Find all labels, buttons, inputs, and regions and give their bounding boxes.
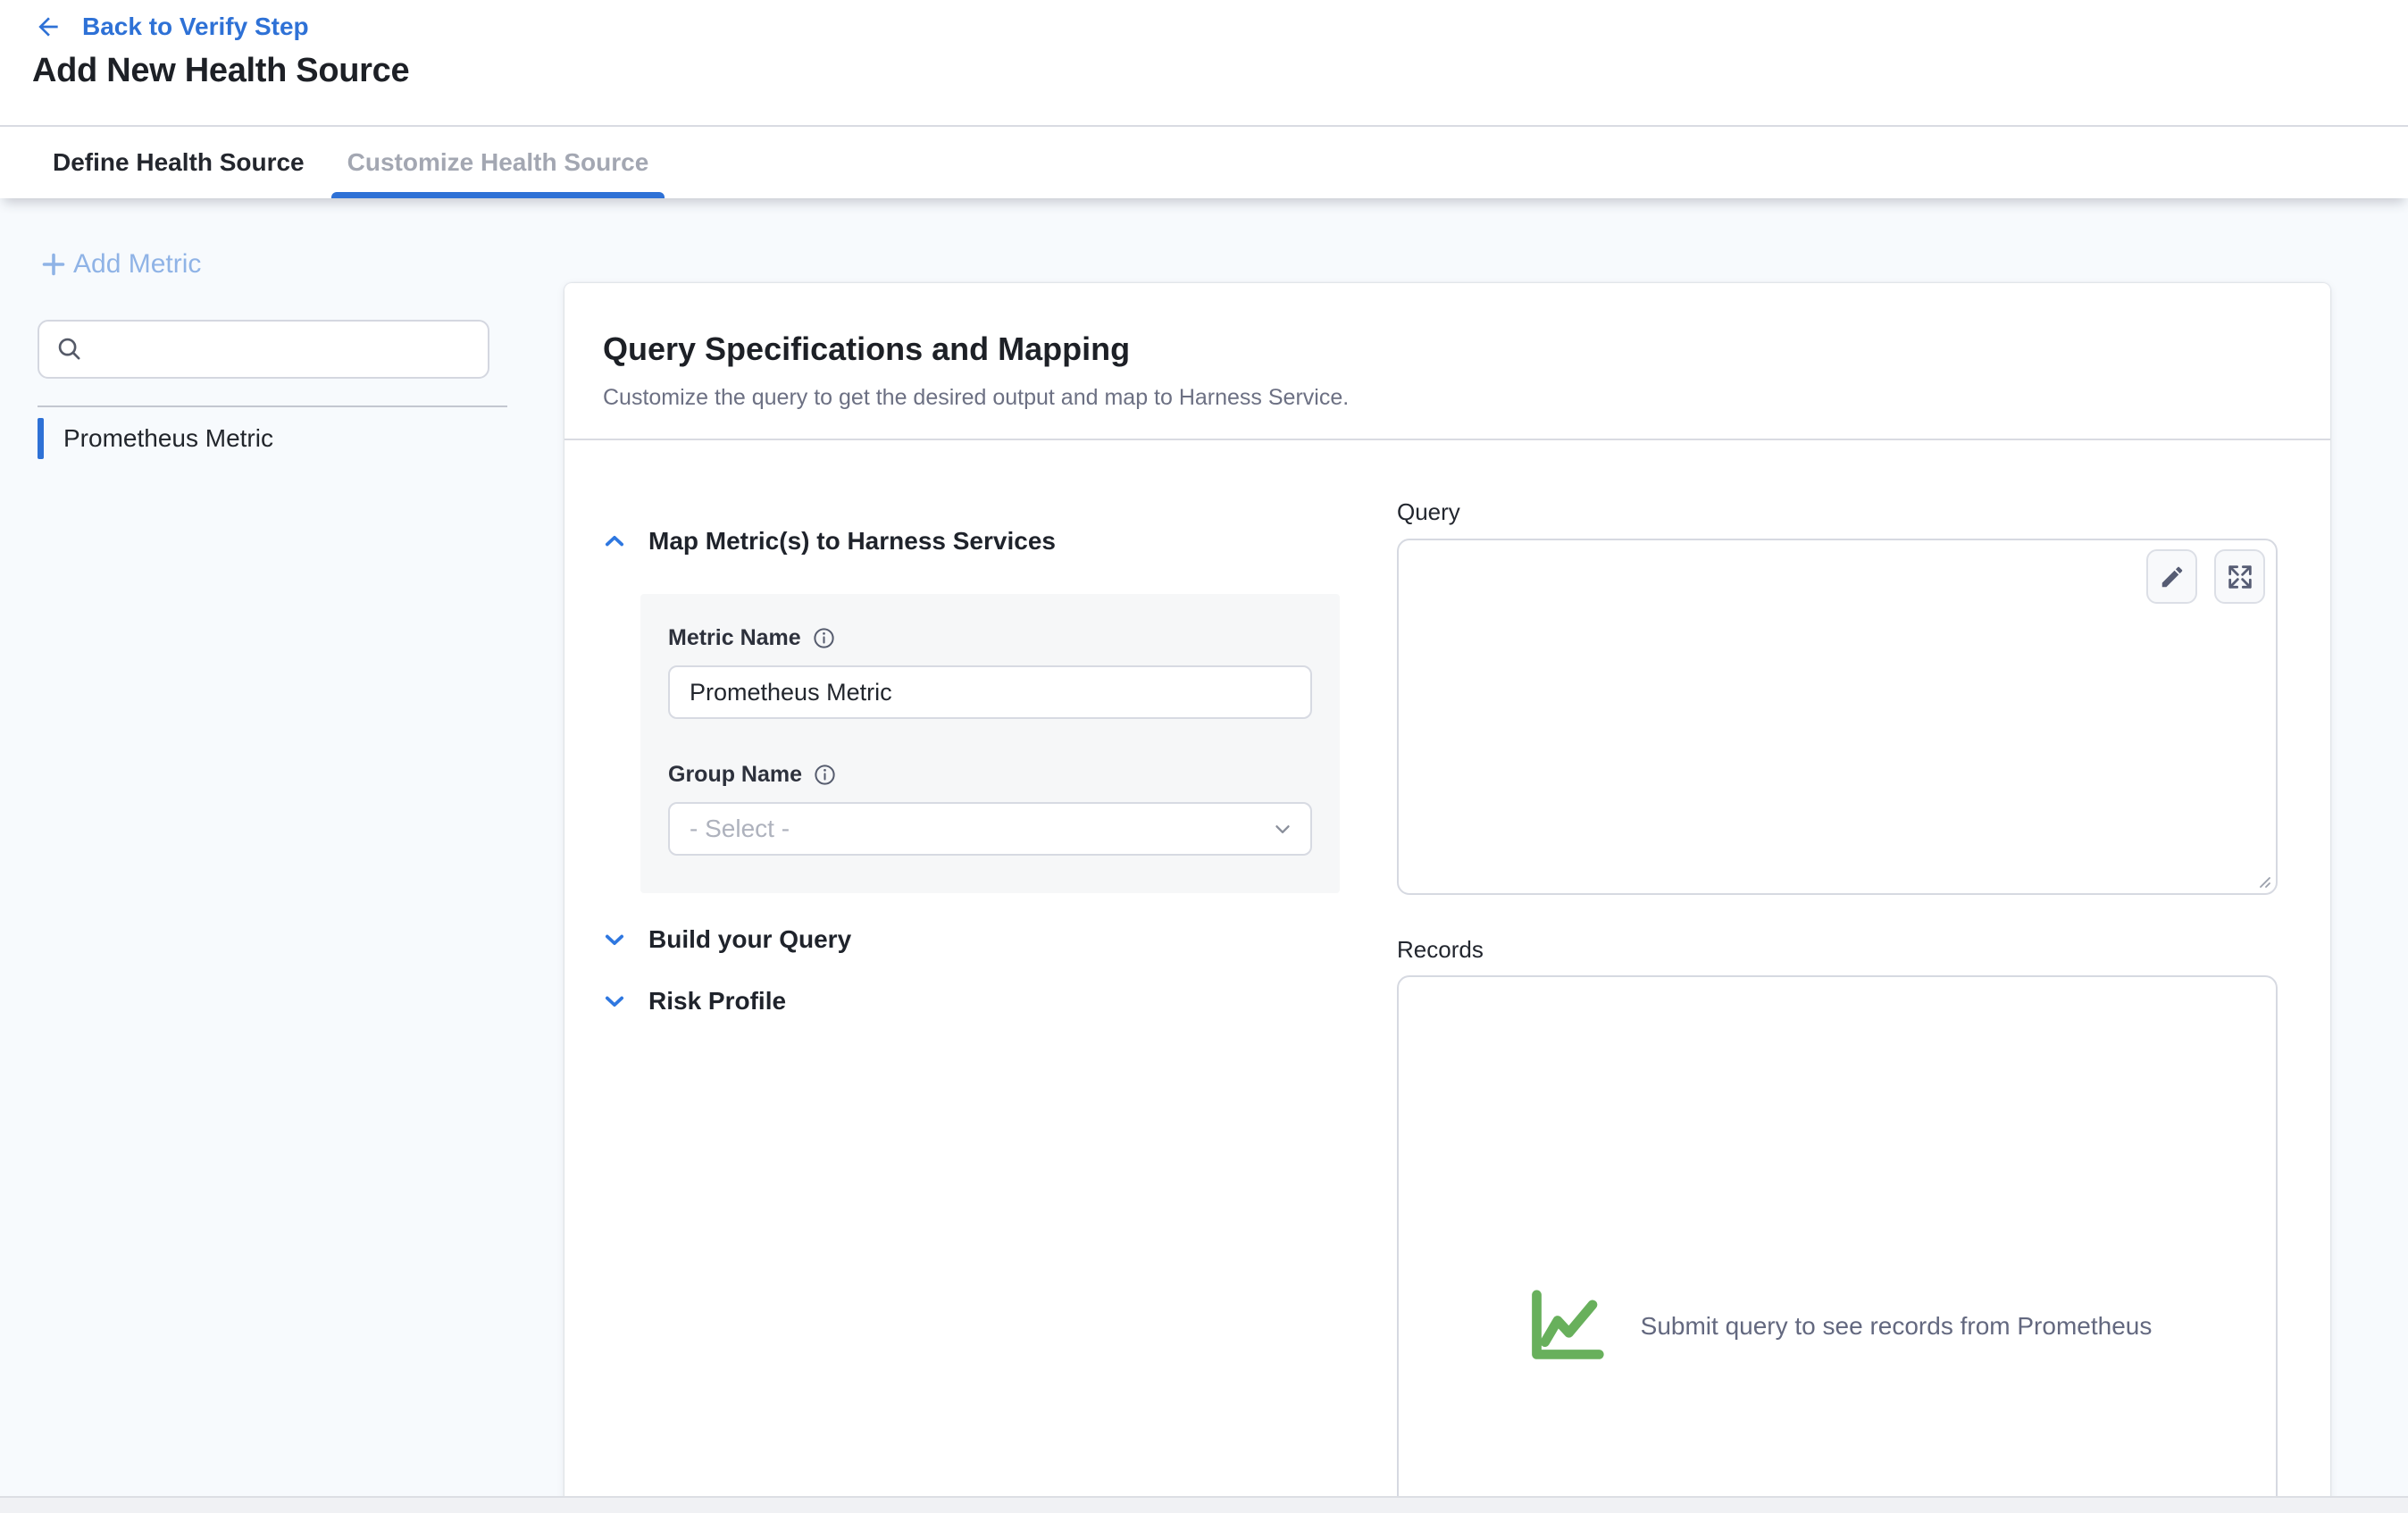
query-editor[interactable] xyxy=(1397,539,2278,895)
mapping-column: Map Metric(s) to Harness Services Metric… xyxy=(564,440,1397,1513)
card-subtitle: Customize the query to get the desired o… xyxy=(603,383,2292,412)
info-icon[interactable] xyxy=(812,626,836,650)
metric-item-label: Prometheus Metric xyxy=(63,424,273,453)
metric-search xyxy=(38,320,489,379)
query-records-column: Query xyxy=(1397,440,2330,1513)
card-title: Query Specifications and Mapping xyxy=(603,330,2292,369)
back-arrow-icon xyxy=(34,13,63,41)
section-build-query-toggle[interactable]: Build your Query xyxy=(602,924,1397,956)
group-name-select[interactable]: - Select - xyxy=(668,802,1312,856)
pencil-icon xyxy=(2159,564,2186,590)
horizontal-scrollbar[interactable] xyxy=(0,1496,2408,1513)
add-health-source-page: Back to Verify Step Add New Health Sourc… xyxy=(0,0,2408,1513)
section-risk-profile-toggle[interactable]: Risk Profile xyxy=(602,985,1397,1017)
metric-name-input[interactable] xyxy=(668,665,1312,719)
group-name-placeholder: - Select - xyxy=(690,815,790,843)
metric-name-label-row: Metric Name xyxy=(668,625,1312,651)
section-risk-profile-label: Risk Profile xyxy=(648,987,786,1016)
chevron-down-icon xyxy=(1271,817,1294,840)
tab-bar: Define Health Source Customize Health So… xyxy=(0,125,2408,198)
back-link-label: Back to Verify Step xyxy=(82,13,309,41)
records-empty-message: Submit query to see records from Prometh… xyxy=(1641,1312,2153,1341)
tab-customize-label: Customize Health Source xyxy=(347,148,649,177)
search-input[interactable] xyxy=(96,322,488,377)
card-header: Query Specifications and Mapping Customi… xyxy=(564,283,2330,440)
records-label: Records xyxy=(1397,936,2278,963)
back-link[interactable]: Back to Verify Step xyxy=(34,13,309,41)
query-label: Query xyxy=(1397,498,2278,525)
tab-define-label: Define Health Source xyxy=(53,148,305,177)
records-panel: Submit query to see records from Prometh… xyxy=(1397,975,2278,1513)
page-header: Back to Verify Step Add New Health Sourc… xyxy=(0,0,2408,125)
records-empty-state: Submit query to see records from Prometh… xyxy=(1523,1285,2153,1367)
plus-icon xyxy=(38,248,70,280)
group-name-label-row: Group Name xyxy=(668,762,1312,788)
chevron-up-icon xyxy=(602,529,627,554)
info-icon[interactable] xyxy=(813,763,837,787)
tab-define-health-source[interactable]: Define Health Source xyxy=(53,127,305,198)
chevron-down-icon xyxy=(602,989,627,1014)
sidebar-divider xyxy=(38,405,507,407)
edit-query-button[interactable] xyxy=(2146,549,2197,604)
group-name-label: Group Name xyxy=(668,762,802,788)
section-build-query-label: Build your Query xyxy=(648,925,851,954)
active-tab-indicator xyxy=(331,192,665,198)
fullscreen-query-button[interactable] xyxy=(2214,549,2265,604)
query-actions xyxy=(2146,549,2265,604)
resize-handle-icon[interactable] xyxy=(2251,868,2272,890)
selected-metric-indicator xyxy=(38,418,44,459)
search-icon xyxy=(55,335,84,364)
add-metric-button[interactable]: Add Metric xyxy=(38,248,201,280)
content-area: Add Metric Prometheus Metric Query Speci… xyxy=(0,198,2408,1513)
metric-mapping-panel: Metric Name Group Name xyxy=(640,594,1340,893)
query-specifications-card: Query Specifications and Mapping Customi… xyxy=(564,283,2330,1513)
metric-name-label: Metric Name xyxy=(668,625,801,651)
metric-list-item-prometheus[interactable]: Prometheus Metric xyxy=(38,418,273,459)
expand-arrows-icon xyxy=(2226,563,2254,591)
add-metric-label: Add Metric xyxy=(73,249,201,280)
page-title: Add New Health Source xyxy=(32,52,409,90)
tab-customize-health-source[interactable]: Customize Health Source xyxy=(347,127,649,198)
line-chart-icon xyxy=(1523,1285,1612,1367)
chevron-down-icon xyxy=(602,927,627,952)
section-map-metrics-toggle[interactable]: Map Metric(s) to Harness Services xyxy=(602,525,1397,557)
card-body: Map Metric(s) to Harness Services Metric… xyxy=(564,440,2330,1513)
section-map-metrics-label: Map Metric(s) to Harness Services xyxy=(648,527,1056,556)
